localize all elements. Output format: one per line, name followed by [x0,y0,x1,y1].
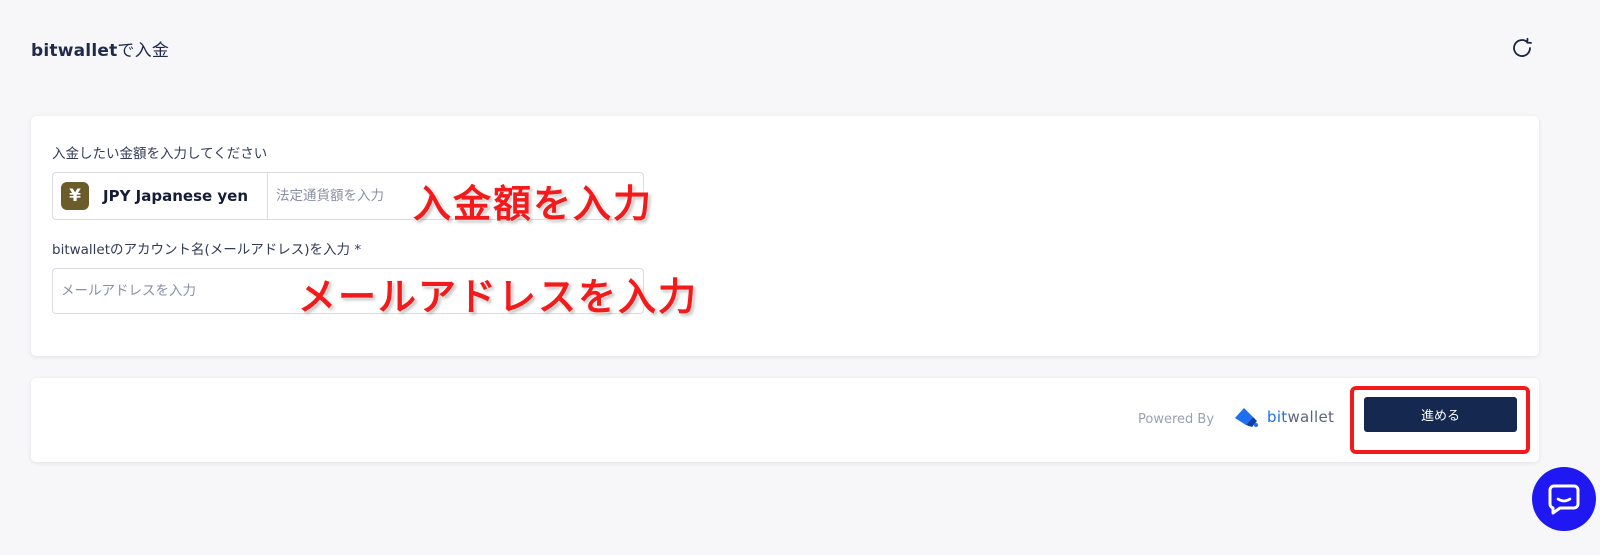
refresh-icon [1513,37,1532,57]
amount-label: 入金したい金額を入力してください [52,146,268,162]
bitwallet-brand: bitwallet [1233,406,1334,428]
currency-select[interactable]: ¥ JPY Japanese yen [53,173,268,219]
powered-by-text: Powered By [1138,412,1215,427]
yen-icon: ¥ [61,182,89,210]
deposit-form-card: 入金したい金額を入力してください ¥ JPY Japanese yen bitw… [31,116,1539,356]
proceed-button[interactable]: 進める [1364,397,1517,432]
annotation-email: メールアドレスを入力 [298,275,699,319]
page-title-brand: bitwallet [31,41,118,61]
page-title: bitwalletで入金 [31,36,169,61]
refresh-button[interactable] [1509,35,1535,61]
annotation-amount: 入金額を入力 [413,182,654,226]
page-title-text: で入金 [117,41,170,61]
brand-bit: bit [1267,408,1288,426]
chat-button[interactable] [1532,467,1596,531]
currency-label: JPY Japanese yen [103,187,249,205]
footer-card: Powered By bitwallet 進める [31,378,1539,462]
account-label: bitwalletのアカウント名(メールアドレス)を入力 * [52,242,362,258]
chat-icon [1548,484,1580,515]
brand-rest: wallet [1287,408,1335,426]
bitwallet-wordmark: bitwallet [1267,408,1334,426]
page: bitwalletで入金 入金したい金額を入力してください ¥ JPY Japa… [0,0,1600,555]
bitwallet-logo-icon [1235,408,1258,427]
